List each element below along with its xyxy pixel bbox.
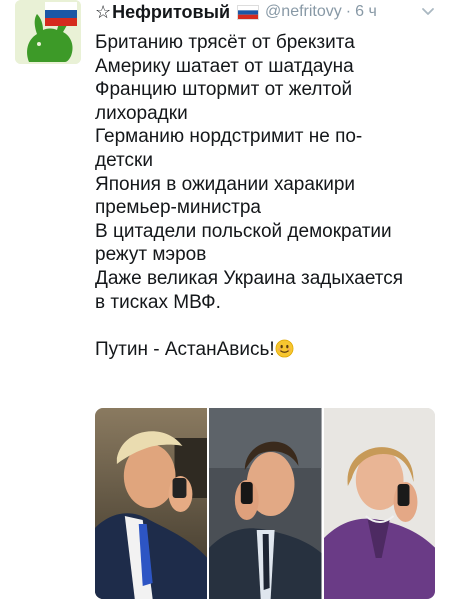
tweet-header: ☆ Нефритовый @nefritovy · 6 ч [95,0,440,24]
tweet-line: лихорадки [95,102,188,124]
closing-text: Путин - АстанАвись! [95,338,275,360]
tweet-closing-line: Путин - АстанАвись! [95,338,440,362]
photo-2[interactable] [207,408,322,599]
russia-flag-icon [237,4,260,20]
chevron-down-icon[interactable] [420,4,436,20]
phone-call-photo-2 [209,408,322,599]
photo-3[interactable] [321,408,435,599]
tweet-line: В цитадели польской демократии [95,220,392,242]
author-display-name[interactable]: Нефритовый [112,2,230,23]
tweet-line: режут мэров [95,244,207,266]
tweet-line: Япония в ожидании харакири [95,173,356,195]
phone-call-photo-1 [95,408,208,599]
tweet-line: Америку шатает от шатдауна [95,55,354,77]
tweet-timestamp[interactable]: 6 ч [355,3,377,21]
tweet-text: Британию трясёт от брекзита Америку шата… [95,31,440,361]
smiling-face-emoji-icon [275,339,294,358]
header-separator: · [345,3,352,20]
tweet-line: Британию трясёт от брекзита [95,32,355,53]
tweet-line: Германию нордстримит не по- [95,126,363,148]
star-symbol: ☆ [95,2,112,22]
tweet-line: в тисках МВФ. [95,291,221,313]
avatar[interactable] [15,0,81,64]
tweet-line: Даже великая Украина задыхается [95,267,404,289]
green-rabbit-avatar-icon [15,0,81,64]
tweet-line: Францию штормит от желтой [95,79,353,101]
author-handle[interactable]: @nefritovy [265,3,342,21]
tweet-line: премьер-министра [95,197,261,219]
tweet-line: детски [95,149,153,171]
phone-call-photo-3 [323,408,435,599]
tweet-blank-line [95,314,440,338]
photo-1[interactable] [95,408,208,599]
tweet-media[interactable] [95,408,435,599]
